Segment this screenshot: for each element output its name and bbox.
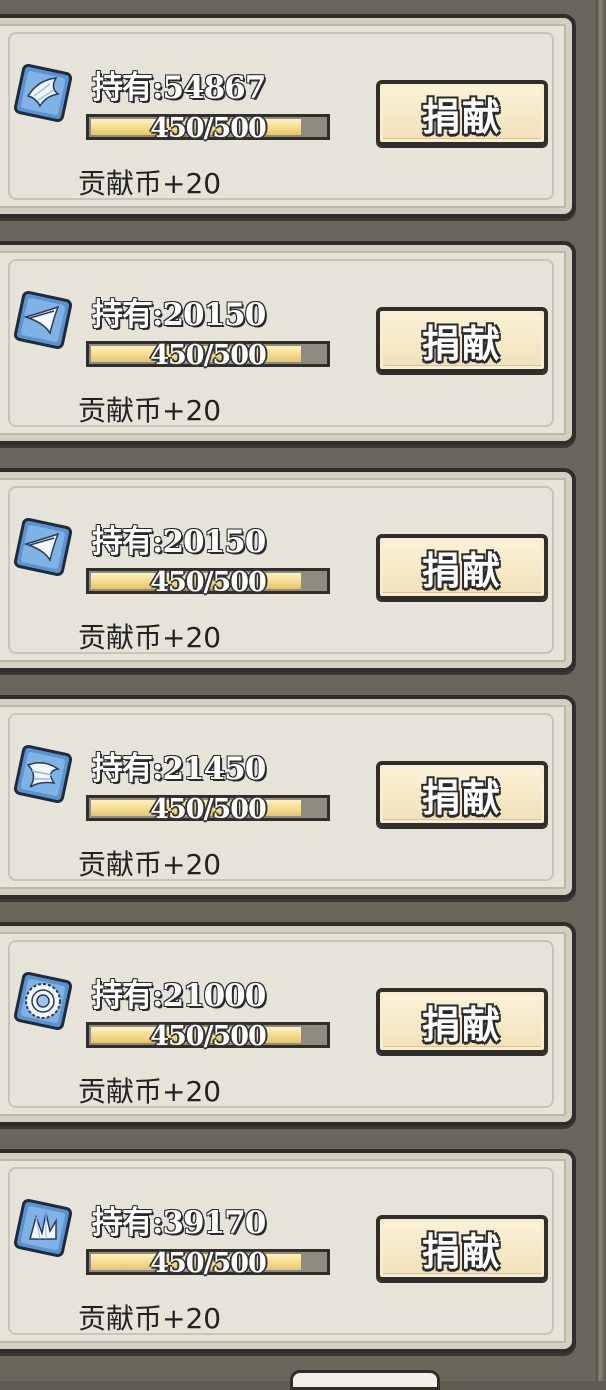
donate-button[interactable]: 捐献 — [376, 988, 548, 1054]
donate-button[interactable]: 捐献 — [376, 80, 548, 146]
donation-list[interactable]: 持有:54867 450/500 贡献币+20 捐献 持有:20150 450/… — [0, 0, 600, 1390]
owned-count: 持有:54867 — [91, 69, 267, 106]
owned-count: 持有:21000 — [91, 977, 267, 1014]
owned-count: 持有:21450 — [91, 750, 267, 787]
owned-count: 持有:20150 — [91, 523, 267, 560]
reward-text: 贡献币+20 — [78, 621, 222, 654]
progress-text: 450/500 — [150, 1248, 267, 1279]
progress-text: 450/500 — [150, 794, 267, 825]
donation-progress-bar: 450/500 — [86, 341, 330, 371]
crystal-icon — [13, 1198, 73, 1258]
donation-card: 持有:21450 450/500 贡献币+20 捐献 — [0, 695, 576, 899]
progress-text: 450/500 — [150, 1021, 267, 1052]
donation-progress-bar: 450/500 — [86, 114, 330, 144]
reward-text: 贡献币+20 — [78, 848, 222, 881]
reward-text: 贡献币+20 — [78, 394, 222, 427]
wing-icon — [13, 63, 73, 123]
donation-card: 持有:21000 450/500 贡献币+20 捐献 — [0, 922, 576, 1126]
scroll-icon — [13, 744, 73, 804]
reward-text: 贡献币+20 — [78, 1302, 222, 1335]
reward-text: 贡献币+20 — [78, 167, 222, 200]
progress-text: 450/500 — [150, 567, 267, 598]
donation-card: 持有:20150 450/500 贡献币+20 捐献 — [0, 241, 576, 445]
donation-card: 持有:39170 450/500 贡献币+20 捐献 — [0, 1149, 576, 1353]
bottom-tab-handle[interactable] — [290, 1370, 440, 1390]
donation-progress-bar: 450/500 — [86, 795, 330, 825]
owned-count: 持有:39170 — [91, 1204, 267, 1241]
feather-icon — [13, 517, 73, 577]
gear-disc-icon — [13, 971, 73, 1031]
donate-button[interactable]: 捐献 — [376, 307, 548, 373]
donate-button[interactable]: 捐献 — [376, 534, 548, 600]
donation-progress-bar: 450/500 — [86, 1022, 330, 1052]
progress-text: 450/500 — [150, 113, 267, 144]
scrollbar-rail[interactable] — [596, 0, 606, 1381]
donation-progress-bar: 450/500 — [86, 1249, 330, 1279]
donation-card: 持有:54867 450/500 贡献币+20 捐献 — [0, 14, 576, 218]
reward-text: 贡献币+20 — [78, 1075, 222, 1108]
donate-button[interactable]: 捐献 — [376, 761, 548, 827]
owned-count: 持有:20150 — [91, 296, 267, 333]
donation-progress-bar: 450/500 — [86, 568, 330, 598]
progress-text: 450/500 — [150, 340, 267, 371]
donate-button[interactable]: 捐献 — [376, 1215, 548, 1281]
feather-icon — [13, 290, 73, 350]
donation-card: 持有:20150 450/500 贡献币+20 捐献 — [0, 468, 576, 672]
